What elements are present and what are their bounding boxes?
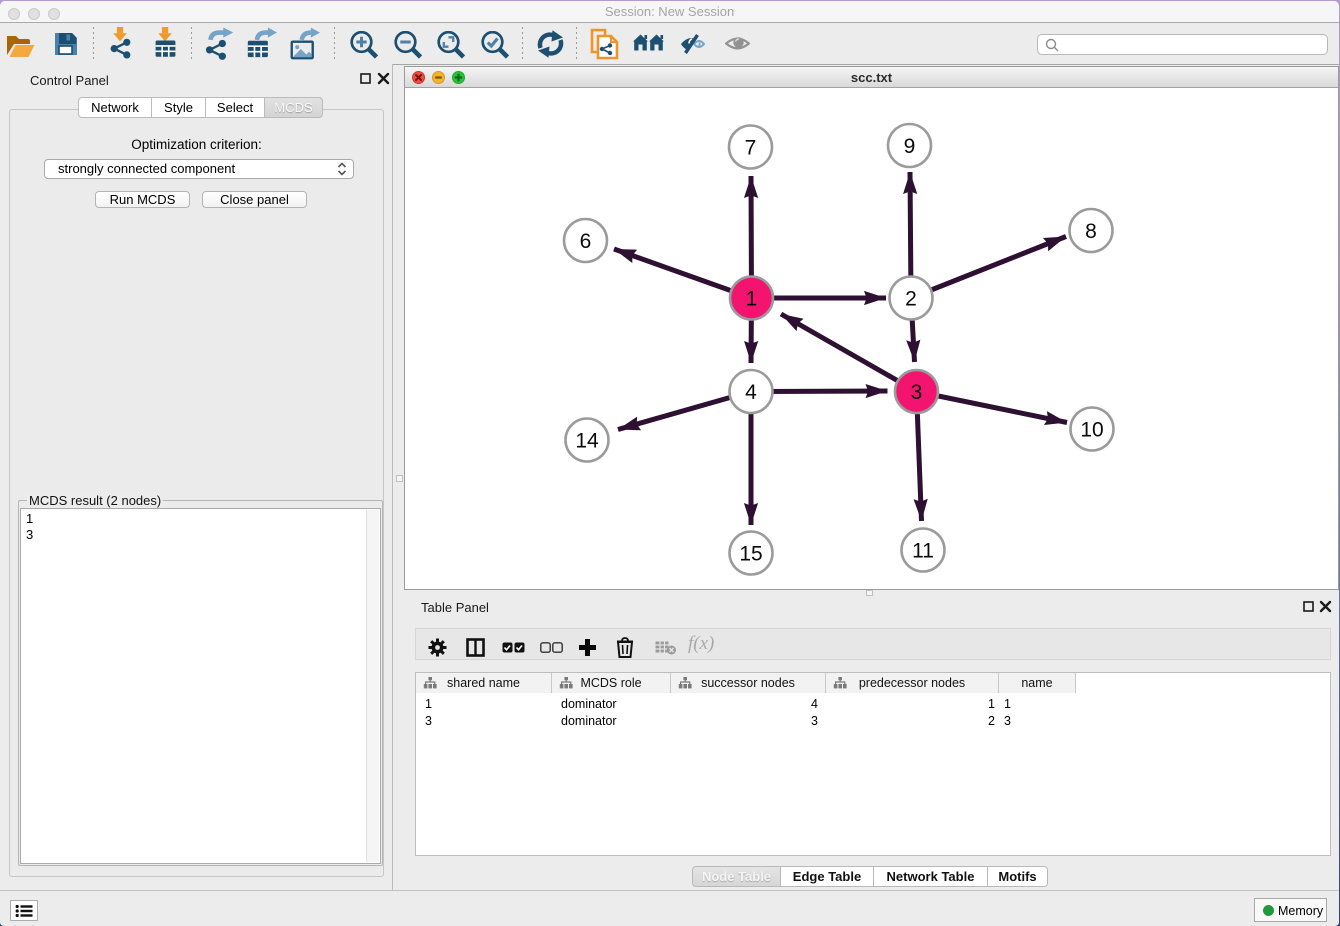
svg-text:1: 1 (746, 288, 758, 311)
svg-text:10: 10 (1080, 419, 1103, 442)
svg-text:8: 8 (1085, 220, 1097, 243)
svg-text:15: 15 (739, 543, 762, 566)
svg-text:14: 14 (575, 430, 599, 453)
svg-text:7: 7 (745, 137, 757, 160)
svg-text:6: 6 (580, 230, 592, 253)
svg-text:9: 9 (904, 135, 916, 158)
svg-text:11: 11 (912, 540, 934, 563)
svg-text:2: 2 (905, 288, 917, 311)
svg-text:4: 4 (745, 381, 757, 404)
svg-text:3: 3 (911, 381, 923, 404)
